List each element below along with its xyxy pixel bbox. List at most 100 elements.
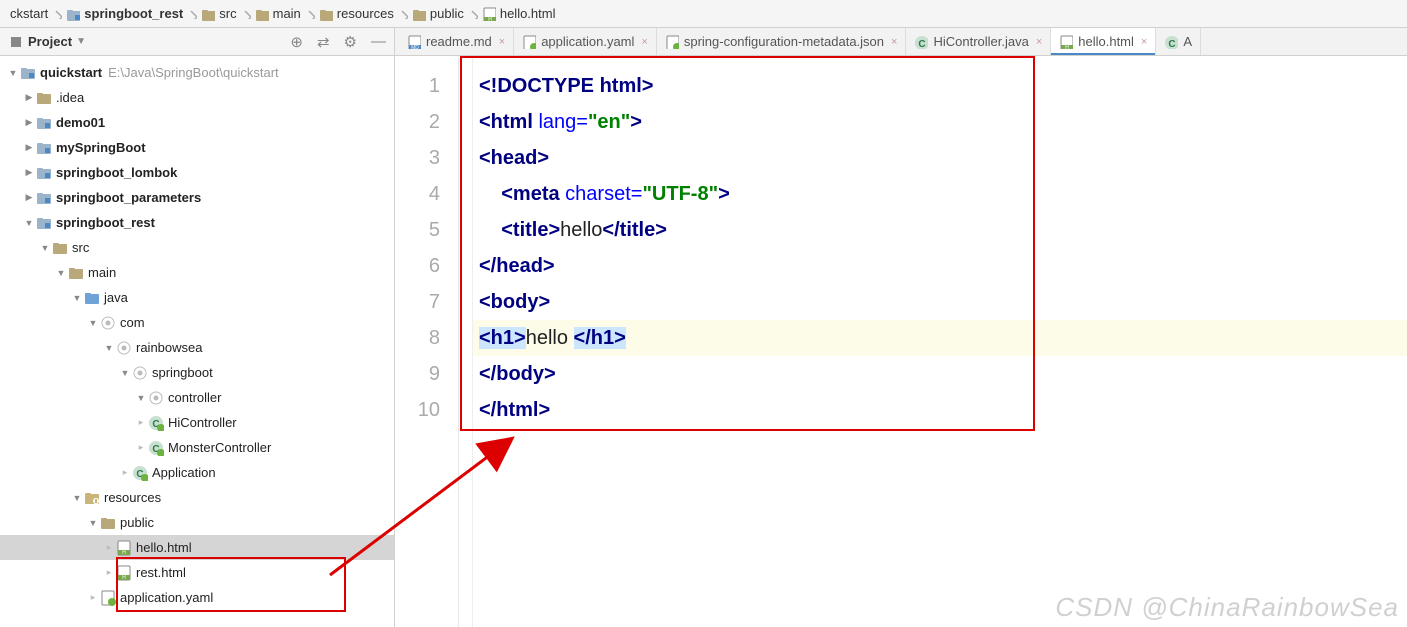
tree-twisty[interactable]: ▼ xyxy=(70,493,84,503)
tree-file[interactable]: ▸ HiController xyxy=(0,410,394,435)
tree-folder[interactable]: ▼main xyxy=(0,260,394,285)
tree-folder[interactable]: ▶demo01 xyxy=(0,110,394,135)
tree-folder[interactable]: ▼public xyxy=(0,510,394,535)
tree-folder[interactable]: ▶springboot_parameters xyxy=(0,185,394,210)
project-title[interactable]: Project ▼ xyxy=(8,34,86,50)
code-line[interactable]: <h1>hello </h1> xyxy=(479,320,1407,356)
close-icon[interactable]: × xyxy=(1141,36,1147,48)
tree-twisty[interactable]: ▼ xyxy=(38,243,52,253)
chevron-right-icon xyxy=(468,9,478,19)
hide-icon[interactable]: — xyxy=(371,33,386,51)
code-content[interactable]: <!DOCTYPE html><html lang="en"><head> <m… xyxy=(473,56,1407,627)
tree-folder[interactable]: ▼controller xyxy=(0,385,394,410)
tree-folder[interactable]: ▼com xyxy=(0,310,394,335)
tree-twisty[interactable]: ▼ xyxy=(22,218,36,228)
tree-label: resources xyxy=(104,490,161,505)
tree-label: springboot xyxy=(152,365,213,380)
code-token: "en" xyxy=(588,111,630,133)
tree-twisty[interactable]: ▼ xyxy=(86,318,100,328)
editor-tab[interactable]: spring-configuration-metadata.json× xyxy=(657,28,907,55)
tree-file[interactable]: ▸rest.html xyxy=(0,560,394,585)
gear-icon[interactable]: ⚙ xyxy=(344,33,357,51)
tree-folder[interactable]: ▶mySpringBoot xyxy=(0,135,394,160)
code-line[interactable]: <body> xyxy=(479,284,1407,320)
code-line[interactable]: <head> xyxy=(479,140,1407,176)
editor-tab[interactable]: HiController.java× xyxy=(906,28,1051,55)
module-icon xyxy=(66,7,80,21)
tree-twisty[interactable]: ▼ xyxy=(86,518,100,528)
project-title-label: Project xyxy=(28,34,72,49)
code-line[interactable]: </head> xyxy=(479,248,1407,284)
code-token xyxy=(479,219,501,241)
line-number: 9 xyxy=(395,356,440,392)
editor-tab[interactable]: A xyxy=(1156,28,1201,55)
tree-twisty[interactable]: ▼ xyxy=(70,293,84,303)
code-line[interactable]: </html> xyxy=(479,392,1407,428)
editor-tab[interactable]: application.yaml× xyxy=(514,28,657,55)
close-icon[interactable]: × xyxy=(641,36,647,48)
module-icon xyxy=(36,115,52,131)
tree-twisty[interactable]: ▼ xyxy=(118,368,132,378)
tree-twisty[interactable]: ▶ xyxy=(22,117,36,128)
tree-twisty[interactable]: ▶ xyxy=(22,192,36,203)
tree-twisty[interactable]: ▶ xyxy=(22,167,36,178)
tree-spacer: ▸ xyxy=(134,442,148,453)
tree-label: HiController xyxy=(168,415,237,430)
breadcrumb-item[interactable]: public xyxy=(408,6,468,21)
tree-folder[interactable]: ▼springboot_rest xyxy=(0,210,394,235)
tree-twisty[interactable]: ▼ xyxy=(102,343,116,353)
tree-spacer: ▸ xyxy=(102,542,116,553)
locate-icon[interactable]: ⊕ xyxy=(290,33,303,51)
project-tree[interactable]: ▼ quickstart E:\Java\SpringBoot\quicksta… xyxy=(0,56,394,627)
tree-root[interactable]: ▼ quickstart E:\Java\SpringBoot\quicksta… xyxy=(0,60,394,85)
tree-folder[interactable]: ▶springboot_lombok xyxy=(0,160,394,185)
tree-folder[interactable]: ▶.idea xyxy=(0,85,394,110)
tree-folder[interactable]: ▼src xyxy=(0,235,394,260)
folder-icon xyxy=(36,90,52,106)
code-token: </title> xyxy=(602,219,666,241)
editor-tab[interactable]: hello.html× xyxy=(1051,28,1156,55)
code-token: <h1> xyxy=(479,327,526,349)
close-icon[interactable]: × xyxy=(499,36,505,48)
code-editor[interactable]: 12345678910 <!DOCTYPE html><html lang="e… xyxy=(395,56,1407,627)
tree-file[interactable]: ▸Application xyxy=(0,460,394,485)
breadcrumb-item[interactable]: ckstart xyxy=(6,6,52,21)
tree-folder[interactable]: ▼java xyxy=(0,285,394,310)
tree-folder[interactable]: ▼ springboot xyxy=(0,360,394,385)
breadcrumb-item[interactable]: springboot_rest xyxy=(62,6,187,21)
line-number: 6 xyxy=(395,248,440,284)
breadcrumb-label: resources xyxy=(337,6,394,21)
breadcrumb-item[interactable]: src xyxy=(197,6,240,21)
tree-file[interactable]: ▸MonsterController xyxy=(0,435,394,460)
code-line[interactable]: </body> xyxy=(479,356,1407,392)
close-icon[interactable]: × xyxy=(1036,36,1042,48)
html-icon xyxy=(482,7,496,21)
pkg-icon xyxy=(132,365,148,381)
tree-spacer: ▸ xyxy=(134,417,148,428)
editor-tab[interactable]: readme.md × xyxy=(399,28,514,55)
tree-folder[interactable]: ▼rainbowsea xyxy=(0,335,394,360)
md-icon xyxy=(407,35,421,49)
code-token: > xyxy=(630,111,642,133)
tree-label: Application xyxy=(152,465,216,480)
tree-twisty[interactable]: ▶ xyxy=(22,92,36,103)
tab-label: readme.md xyxy=(426,34,492,49)
breadcrumb-item[interactable]: main xyxy=(251,6,305,21)
breadcrumb-item[interactable]: hello.html xyxy=(478,6,560,21)
tree-twisty[interactable]: ▶ xyxy=(22,142,36,153)
code-line[interactable]: <html lang="en"> xyxy=(479,104,1407,140)
breadcrumb-item[interactable]: resources xyxy=(315,6,398,21)
class-icon xyxy=(1164,35,1178,49)
code-line[interactable]: <title>hello</title> xyxy=(479,212,1407,248)
close-icon[interactable]: × xyxy=(891,36,897,48)
tree-file[interactable]: ▸hello.html xyxy=(0,535,394,560)
code-line[interactable]: <!DOCTYPE html> xyxy=(479,68,1407,104)
tree-twisty[interactable]: ▼ xyxy=(134,393,148,403)
expand-icon[interactable]: ⇄ xyxy=(317,33,330,51)
code-line[interactable]: <meta charset="UTF-8"> xyxy=(479,176,1407,212)
code-token: <html xyxy=(479,111,538,133)
tree-folder[interactable]: ▼ resources xyxy=(0,485,394,510)
code-token: hello xyxy=(560,219,602,241)
tree-file[interactable]: ▸application.yaml xyxy=(0,585,394,610)
tree-twisty[interactable]: ▼ xyxy=(54,268,68,278)
